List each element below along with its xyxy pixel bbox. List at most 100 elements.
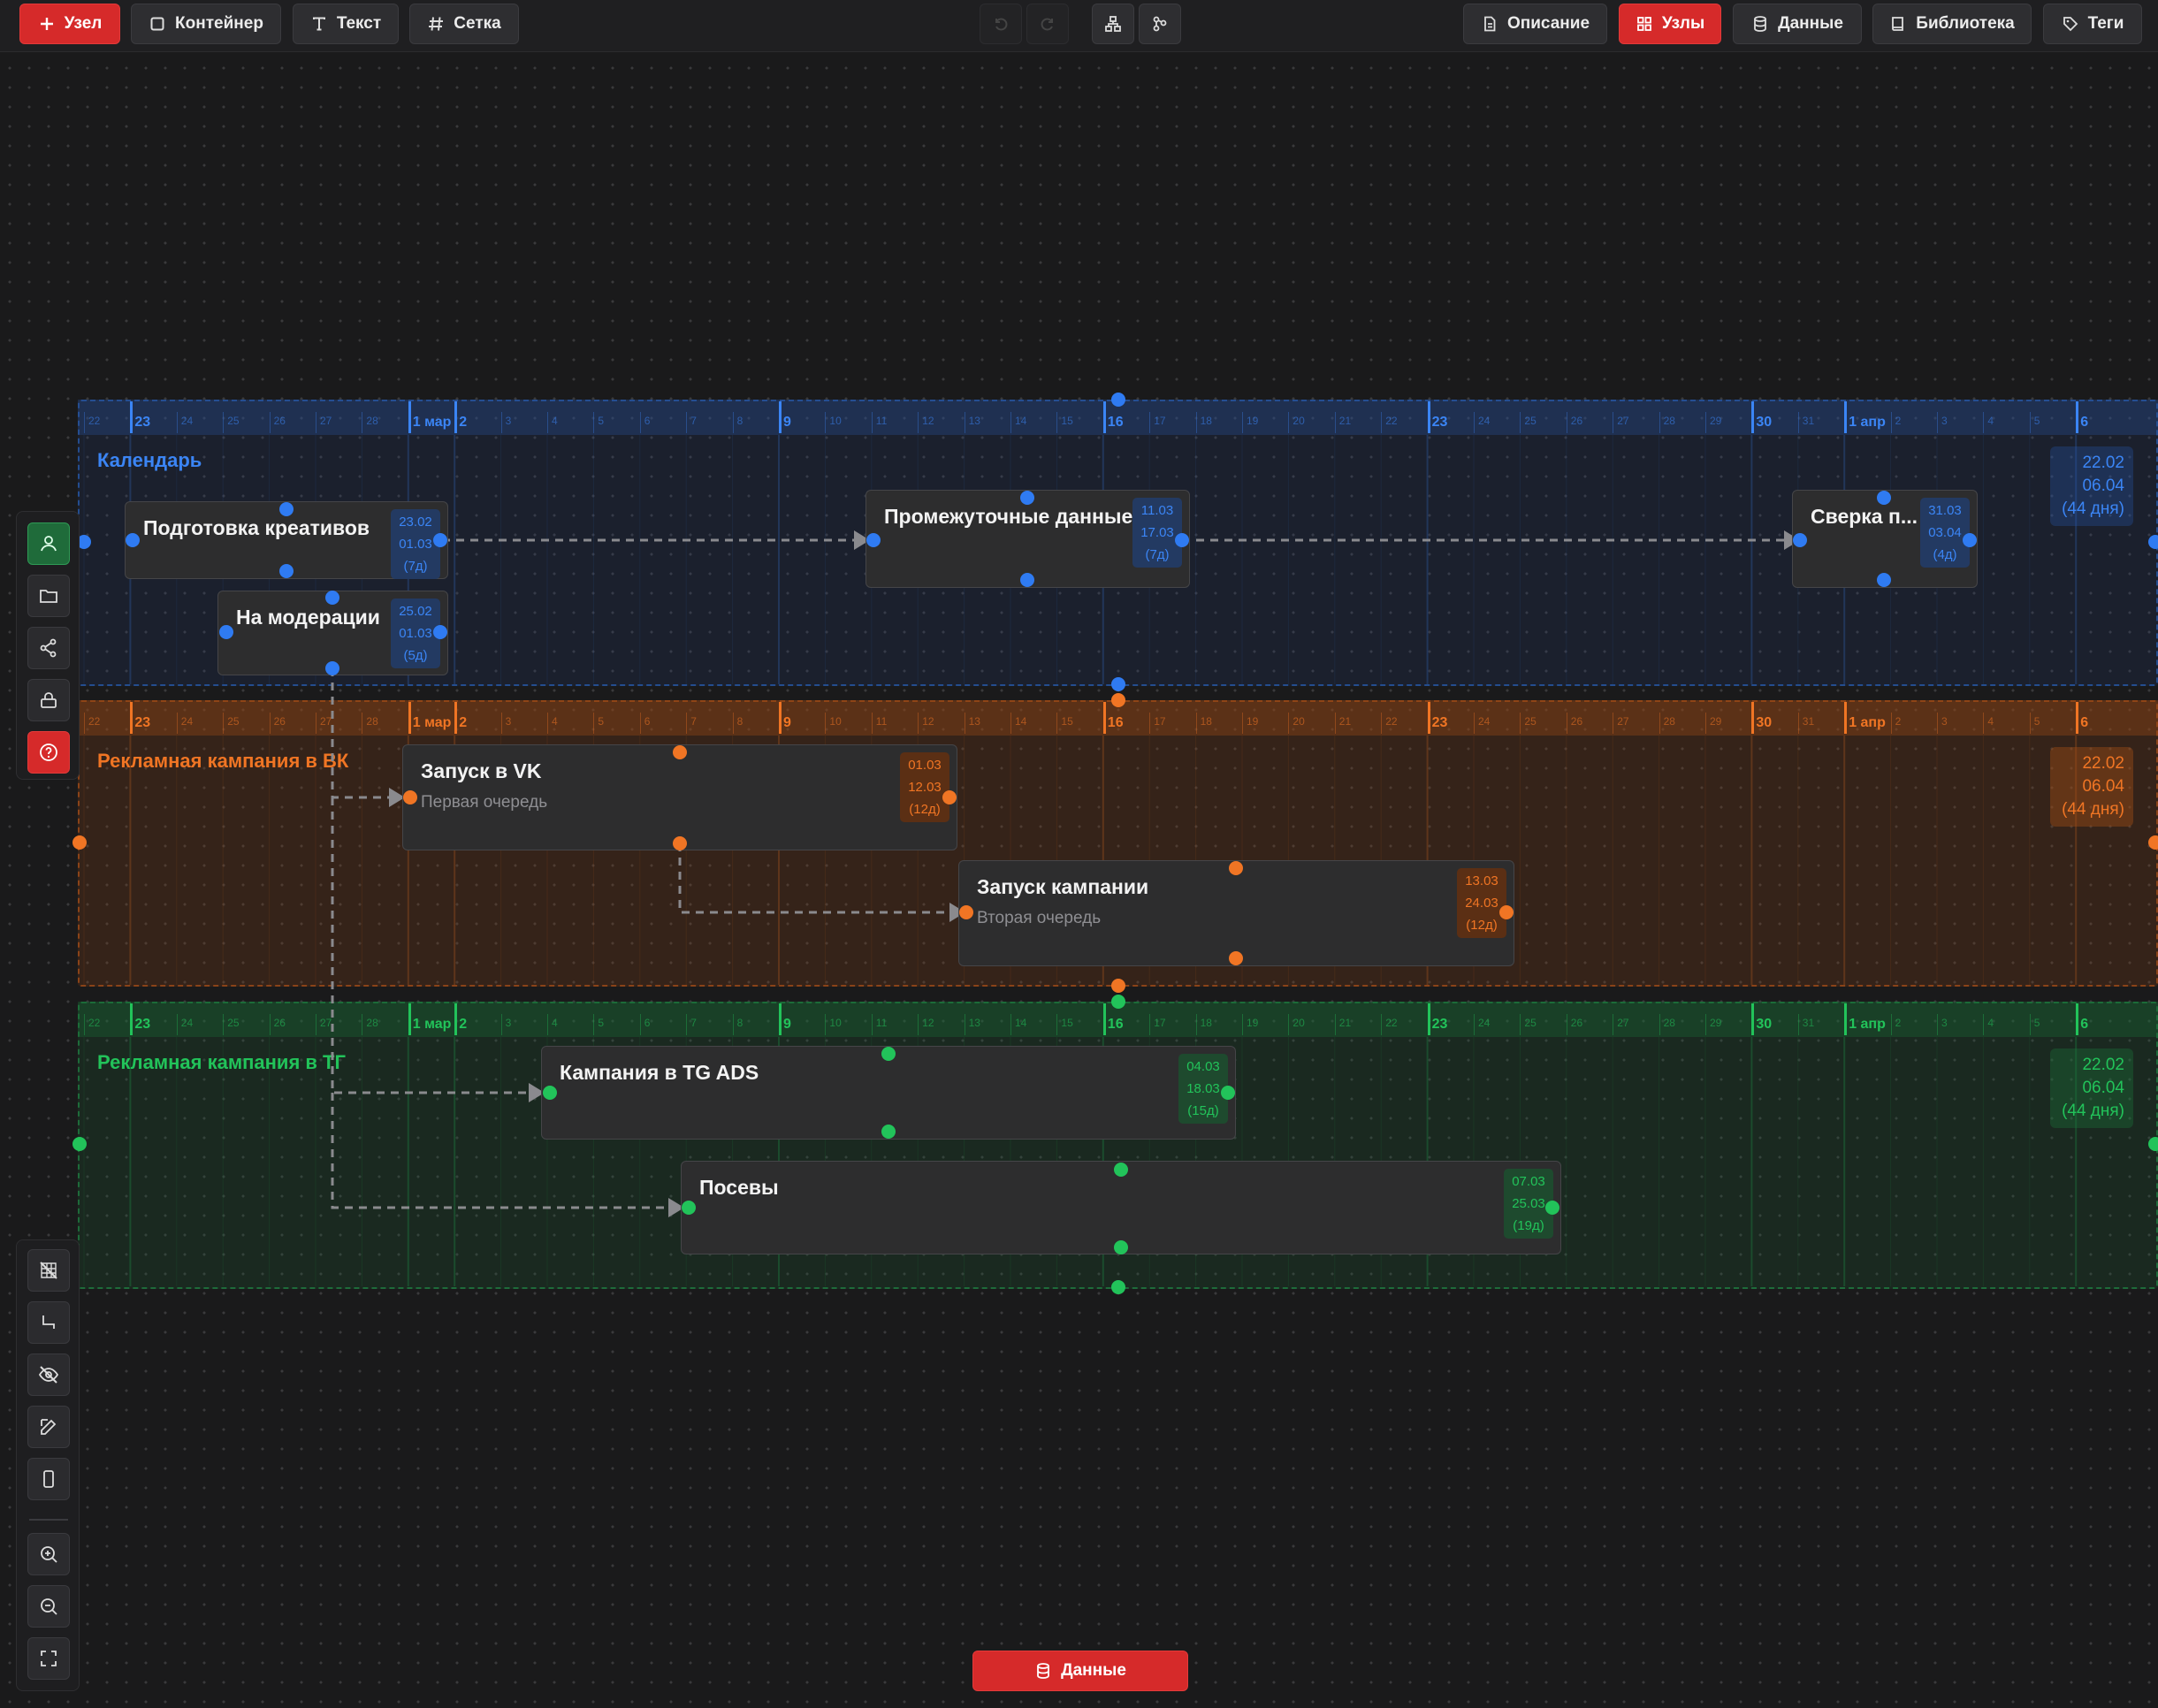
lock-button[interactable] xyxy=(27,679,70,721)
eye-off-icon xyxy=(38,1366,59,1384)
node-start-date: 07.03 xyxy=(1512,1174,1545,1189)
device-button[interactable] xyxy=(27,1458,70,1500)
node-subtitle: Вторая очередь xyxy=(977,909,1102,927)
node-duration: (4д) xyxy=(1933,547,1957,562)
zoom-in-button[interactable] xyxy=(27,1533,70,1575)
edge-vk-to-campaign[interactable] xyxy=(678,843,951,914)
connection-handle[interactable] xyxy=(279,502,294,516)
connection-handle[interactable] xyxy=(1499,905,1514,919)
edit-icon xyxy=(41,1419,57,1435)
node-duration: (7д) xyxy=(1145,547,1170,562)
zoom-out-icon xyxy=(41,1598,57,1615)
connection-handle[interactable] xyxy=(325,591,339,605)
edit-button[interactable] xyxy=(27,1406,70,1448)
node-title: Посевы xyxy=(699,1176,779,1199)
toggle-grid-button[interactable] xyxy=(27,1249,70,1292)
connection-handle[interactable] xyxy=(1111,979,1125,993)
connection-handle[interactable] xyxy=(1111,393,1125,407)
connection-handle[interactable] xyxy=(543,1086,557,1100)
connection-handle[interactable] xyxy=(1229,951,1243,965)
connection-handle[interactable] xyxy=(1020,491,1034,505)
connection-handle[interactable] xyxy=(1545,1201,1559,1215)
connection-handle[interactable] xyxy=(2148,1137,2158,1151)
node-date-badge: 31.03 03.04 (4д) xyxy=(1920,498,1970,568)
node-title: Запуск кампании xyxy=(977,875,1149,898)
connection-lines xyxy=(331,530,1800,1217)
connection-handle[interactable] xyxy=(1793,533,1807,547)
node-start-date: 11.03 xyxy=(1140,503,1174,518)
folder-button[interactable] xyxy=(27,575,70,617)
share-button[interactable] xyxy=(27,627,70,669)
connection-handle[interactable] xyxy=(1114,1240,1128,1254)
connection-handle[interactable] xyxy=(1877,491,1891,505)
connection-handle[interactable] xyxy=(673,745,687,759)
node-title: На модерации xyxy=(236,606,380,629)
connection-handle[interactable] xyxy=(403,790,417,804)
node-title: Запуск в VK xyxy=(421,759,542,782)
connection-handle[interactable] xyxy=(1111,677,1125,691)
user-button[interactable] xyxy=(27,522,70,565)
node-title: Сверка п... xyxy=(1811,505,1918,528)
connection-handle[interactable] xyxy=(1114,1163,1128,1177)
node-start-date: 31.03 xyxy=(1928,503,1962,518)
connection-handle[interactable] xyxy=(881,1125,896,1139)
help-button[interactable] xyxy=(27,731,70,774)
connection-handle[interactable] xyxy=(1111,693,1125,707)
node-subtitle: Первая очередь xyxy=(421,793,548,812)
connection-handle[interactable] xyxy=(866,533,881,547)
fit-view-button[interactable] xyxy=(27,1637,70,1680)
node-start-date: 01.03 xyxy=(908,758,942,773)
node-start-date: 25.02 xyxy=(399,604,432,619)
node-duration: (12д) xyxy=(1466,918,1498,933)
connection-handle[interactable] xyxy=(2148,535,2158,549)
node-start-date: 04.03 xyxy=(1186,1059,1220,1074)
share-icon xyxy=(40,638,57,658)
edge-moderation-to-vk[interactable] xyxy=(331,668,389,799)
node-title: Подготовка креативов xyxy=(143,516,370,539)
connection-handle[interactable] xyxy=(942,790,957,804)
node-duration: (7д) xyxy=(403,559,428,574)
database-icon xyxy=(1037,1663,1049,1679)
connection-handle[interactable] xyxy=(279,564,294,578)
node-end-date: 01.03 xyxy=(399,537,432,552)
node-title: Кампания в TG ADS xyxy=(560,1061,759,1084)
connection-handle[interactable] xyxy=(881,1047,896,1061)
node-date-badge: 23.02 01.03 (7д) xyxy=(391,509,440,579)
data-panel-button[interactable]: Данные xyxy=(972,1651,1188,1691)
view-toolbar xyxy=(16,1239,80,1691)
connector-style-button[interactable] xyxy=(27,1301,70,1344)
node-date-badge: 01.03 12.03 (12д) xyxy=(900,752,949,822)
zoom-out-button[interactable] xyxy=(27,1585,70,1628)
connection-handle[interactable] xyxy=(1877,573,1891,587)
connection-handle[interactable] xyxy=(959,905,973,919)
zoom-in-icon xyxy=(41,1546,57,1563)
connection-handle[interactable] xyxy=(72,1137,87,1151)
node-date-badge: 13.03 24.03 (12д) xyxy=(1457,868,1506,938)
node-duration: (19д) xyxy=(1513,1218,1544,1233)
connection-handle[interactable] xyxy=(1229,861,1243,875)
connection-handle[interactable] xyxy=(673,836,687,850)
toolbar-divider xyxy=(29,1519,68,1521)
data-panel-label: Данные xyxy=(1061,1661,1126,1680)
connection-handle[interactable] xyxy=(1111,1280,1125,1294)
hide-button[interactable] xyxy=(27,1353,70,1396)
node-duration: (5д) xyxy=(403,648,428,663)
connection-handle[interactable] xyxy=(1020,573,1034,587)
node-vk-launch[interactable]: Запуск в VK Первая очередь 01.03 12.03 (… xyxy=(402,744,957,850)
left-toolbar xyxy=(16,511,80,780)
connection-handle[interactable] xyxy=(126,533,140,547)
node-start-date: 13.03 xyxy=(1465,873,1498,888)
connection-handle[interactable] xyxy=(72,835,87,850)
connection-handle[interactable] xyxy=(1221,1086,1235,1100)
node-start-date: 23.02 xyxy=(399,515,432,530)
connection-handle[interactable] xyxy=(219,625,233,639)
node-campaign-launch[interactable]: Запуск кампании Вторая очередь 13.03 24.… xyxy=(958,860,1514,966)
connection-handle[interactable] xyxy=(682,1201,696,1215)
connection-handle[interactable] xyxy=(1175,533,1189,547)
connection-handle[interactable] xyxy=(325,661,339,675)
connection-handle[interactable] xyxy=(1111,995,1125,1009)
connection-handle[interactable] xyxy=(433,533,447,547)
connection-handle[interactable] xyxy=(433,625,447,639)
connection-handle[interactable] xyxy=(1963,533,1977,547)
connection-handle[interactable] xyxy=(2148,835,2158,850)
